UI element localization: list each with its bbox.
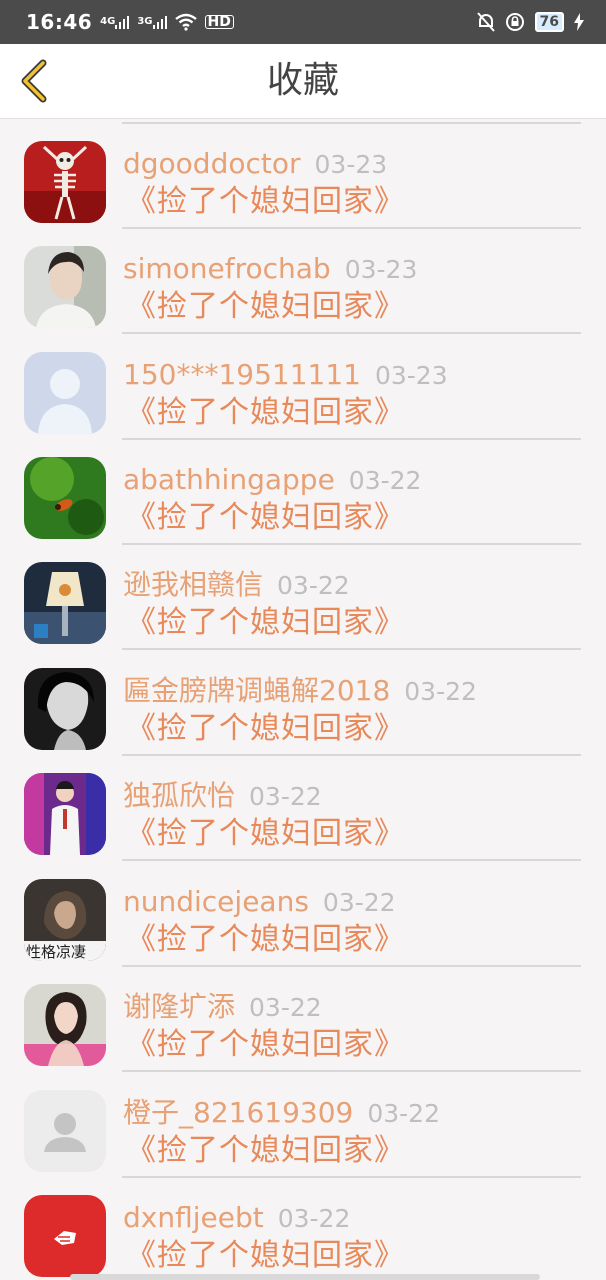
list-item[interactable]: 150***19511111 03-23 《捡了个媳妇回家》	[0, 329, 606, 440]
scroll-indicator	[70, 1274, 540, 1280]
wifi-icon	[174, 13, 197, 31]
avatar[interactable]	[24, 773, 106, 855]
date: 03-22	[404, 677, 477, 706]
list-item[interactable]: 逊我相赣信 03-22 《捡了个媳妇回家》	[0, 539, 606, 650]
book-title[interactable]: 《捡了个媳妇回家》	[126, 287, 405, 327]
signal-4g-icon: 4G	[100, 15, 130, 29]
avatar[interactable]	[24, 457, 106, 539]
status-bar: 16:46 4G 3G HD 76	[0, 0, 606, 44]
book-title[interactable]: 《捡了个媳妇回家》	[126, 393, 405, 433]
username[interactable]: abathhingappe	[123, 463, 335, 496]
list-item[interactable]: 匾金膀牌调蝇解2018 03-22 《捡了个媳妇回家》	[0, 645, 606, 756]
date: 03-23	[374, 361, 448, 390]
rotation-lock-icon	[505, 12, 525, 32]
list-item[interactable]: 橙子_821619309 03-22 《捡了个媳妇回家》	[0, 1067, 606, 1178]
item-meta: nundicejeans 03-22	[123, 884, 396, 921]
date: 03-22	[322, 888, 396, 917]
avatar[interactable]	[24, 352, 106, 434]
date: 03-22	[367, 1099, 440, 1128]
book-title[interactable]: 《捡了个媳妇回家》	[126, 603, 405, 643]
username[interactable]: 匾金膀牌调蝇解2018	[123, 674, 390, 707]
username[interactable]: dxnfljeebt	[123, 1201, 264, 1234]
username[interactable]: 独孤欣怡	[123, 779, 235, 812]
book-title[interactable]: 《捡了个媳妇回家》	[126, 1131, 405, 1171]
book-title[interactable]: 《捡了个媳妇回家》	[126, 498, 405, 538]
date: 03-23	[314, 150, 388, 179]
avatar[interactable]	[24, 141, 106, 223]
list-item[interactable]: 独孤欣怡 03-22 《捡了个媳妇回家》	[0, 750, 606, 861]
username[interactable]: nundicejeans	[123, 885, 309, 918]
date: 03-22	[348, 466, 422, 495]
list-item[interactable]: 谢隆圹添 03-22 《捡了个媳妇回家》	[0, 961, 606, 1072]
item-meta: 150***19511111 03-23	[123, 357, 448, 394]
app-header: 收藏	[0, 44, 606, 119]
date: 03-22	[277, 1204, 351, 1233]
list-item[interactable]: 性格凉凄 nundicejeans 03-22 《捡了个媳妇回家》	[0, 856, 606, 967]
username[interactable]: dgooddoctor	[123, 147, 301, 180]
book-title[interactable]: 《捡了个媳妇回家》	[126, 920, 405, 960]
date: 03-22	[249, 993, 322, 1022]
item-meta: simonefrochab 03-23	[123, 251, 417, 288]
favorites-list: dgooddoctor 03-23 《捡了个媳妇回家》 simonefrochab…	[0, 118, 606, 1280]
username[interactable]: 橙子_821619309	[123, 1096, 353, 1129]
list-item[interactable]: abathhingappe 03-22 《捡了个媳妇回家》	[0, 434, 606, 545]
avatar[interactable]: 性格凉凄	[24, 879, 106, 961]
avatar[interactable]	[24, 668, 106, 750]
avatar[interactable]	[24, 1195, 106, 1277]
page-title: 收藏	[266, 60, 339, 101]
book-title[interactable]: 《捡了个媳妇回家》	[126, 182, 405, 222]
status-time: 16:46	[26, 10, 93, 34]
list-item[interactable]: simonefrochab 03-23 《捡了个媳妇回家》	[0, 223, 606, 334]
username[interactable]: 逊我相赣信	[123, 568, 263, 601]
hd-icon: HD	[204, 15, 234, 29]
book-title[interactable]: 《捡了个媳妇回家》	[126, 709, 405, 749]
charging-icon	[574, 13, 584, 31]
item-meta: abathhingappe 03-22	[123, 462, 421, 499]
book-title[interactable]: 《捡了个媳妇回家》	[126, 814, 405, 854]
item-meta: dxnfljeebt 03-22	[123, 1200, 350, 1237]
item-meta: 逊我相赣信 03-22	[123, 567, 350, 604]
username[interactable]: 150***19511111	[123, 358, 361, 391]
date: 03-22	[249, 782, 322, 811]
item-meta: 独孤欣怡 03-22	[123, 778, 322, 815]
list-item[interactable]: dgooddoctor 03-23 《捡了个媳妇回家》	[0, 118, 606, 229]
battery-level: 76	[534, 12, 564, 32]
bell-muted-icon	[476, 12, 495, 32]
list-item[interactable]: dxnfljeebt 03-22 《捡了个媳妇回家》	[0, 1172, 606, 1278]
book-title[interactable]: 《捡了个媳妇回家》	[126, 1236, 405, 1276]
status-left: 16:46 4G 3G HD	[26, 10, 234, 34]
item-meta: 谢隆圹添 03-22	[123, 989, 322, 1026]
status-right: 76	[476, 12, 584, 32]
avatar[interactable]	[24, 1090, 106, 1172]
book-title[interactable]: 《捡了个媳妇回家》	[126, 1025, 405, 1065]
date: 03-22	[277, 571, 350, 600]
signal-3g-icon: 3G	[137, 15, 167, 29]
item-meta: 匾金膀牌调蝇解2018 03-22	[123, 673, 477, 710]
item-meta: 橙子_821619309 03-22	[123, 1095, 440, 1132]
username[interactable]: 谢隆圹添	[123, 990, 235, 1023]
avatar[interactable]	[24, 246, 106, 328]
item-meta: dgooddoctor 03-23	[123, 146, 387, 183]
username[interactable]: simonefrochab	[123, 252, 331, 285]
date: 03-23	[344, 255, 418, 284]
avatar-caption: 性格凉凄	[26, 943, 86, 961]
avatar[interactable]	[24, 562, 106, 644]
avatar[interactable]	[24, 984, 106, 1066]
